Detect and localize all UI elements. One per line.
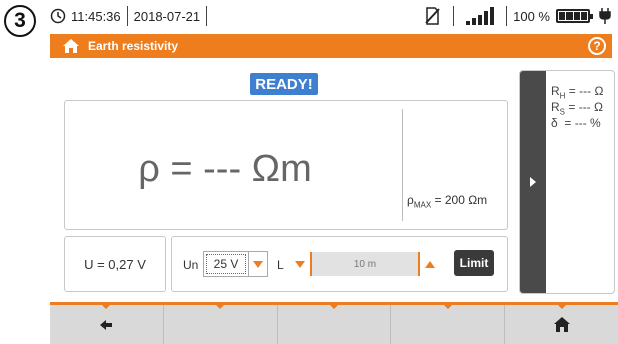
- bottom-toolbar: [50, 302, 618, 344]
- signal-icon: [466, 7, 495, 25]
- toolbar-slot-4[interactable]: [391, 305, 506, 344]
- chevron-down-icon: [295, 260, 305, 268]
- results-side-panel: RH = --- Ω RS = --- Ω δ = --- %: [519, 70, 615, 294]
- un-label: Un: [183, 258, 199, 272]
- result-symbol: δ: [551, 116, 558, 130]
- rho-max-subscript: MAX: [413, 200, 432, 210]
- back-arrow-icon: [100, 319, 113, 330]
- rho-max-symbol: ρ: [407, 193, 414, 207]
- status-time: 11:45:36: [71, 8, 121, 24]
- back-button[interactable]: [50, 305, 164, 344]
- status-divider: [206, 6, 208, 26]
- status-date: 2018-07-21: [133, 8, 201, 24]
- page-title: Earth resistivity: [88, 39, 179, 53]
- battery-percent: 100 %: [513, 8, 550, 24]
- result-delta: δ = --- %: [551, 116, 601, 130]
- decrease-distance-button[interactable]: [290, 251, 310, 277]
- toolbar-slot-2[interactable]: [164, 305, 278, 344]
- ready-status-badge: READY!: [250, 73, 318, 95]
- clock-icon: [50, 8, 66, 24]
- status-divider: [126, 6, 128, 26]
- status-divider: [453, 6, 455, 26]
- result-rs: RS = --- Ω: [551, 100, 603, 116]
- distance-value[interactable]: 10 m: [310, 252, 420, 276]
- chevron-down-icon: [253, 260, 263, 268]
- un-voltage-select[interactable]: 25 V: [203, 251, 268, 277]
- play-arrow-icon: [530, 177, 536, 187]
- measurement-display: ρ = --- Ωm ρMAX = 200 Ωm: [64, 100, 508, 230]
- status-divider: [506, 6, 508, 26]
- un-value[interactable]: 25 V: [206, 254, 246, 274]
- home-button[interactable]: [505, 305, 618, 344]
- main-reading: ρ = --- Ωm: [138, 148, 312, 190]
- result-value: = --- %: [557, 116, 601, 130]
- home-icon[interactable]: [62, 38, 80, 54]
- un-dropdown-button[interactable]: [248, 252, 267, 276]
- rho-max-reading: ρMAX = 200 Ωm: [407, 193, 487, 209]
- result-symbol: R: [551, 84, 560, 98]
- increase-distance-button[interactable]: [420, 251, 440, 277]
- voltage-reading: U = 0,27 V: [64, 236, 166, 292]
- result-value: = --- Ω: [565, 84, 604, 98]
- limit-button[interactable]: Limit: [454, 250, 494, 276]
- home-icon: [553, 317, 570, 332]
- settings-panel: Un 25 V L 10 m Limit: [171, 236, 508, 292]
- chevron-up-icon: [425, 260, 435, 268]
- step-number-badge: 3: [4, 5, 36, 37]
- rho-max-value: = 200 Ωm: [431, 193, 488, 207]
- title-bar: Earth resistivity ?: [50, 34, 612, 58]
- distance-stepper[interactable]: 10 m: [290, 251, 440, 277]
- result-symbol: R: [551, 100, 560, 114]
- help-button[interactable]: ?: [588, 37, 606, 55]
- status-bar: 11:45:36 2018-07-21 100 %: [50, 4, 612, 28]
- toolbar-slot-3[interactable]: [278, 305, 392, 344]
- result-value: = --- Ω: [565, 100, 603, 114]
- battery-icon: [556, 9, 593, 23]
- display-divider: [402, 109, 403, 221]
- plug-icon: [599, 8, 611, 24]
- l-label: L: [277, 258, 284, 272]
- expand-panel-button[interactable]: [520, 71, 546, 293]
- result-rh: RH = --- Ω: [551, 84, 603, 100]
- sd-card-icon: [425, 7, 440, 25]
